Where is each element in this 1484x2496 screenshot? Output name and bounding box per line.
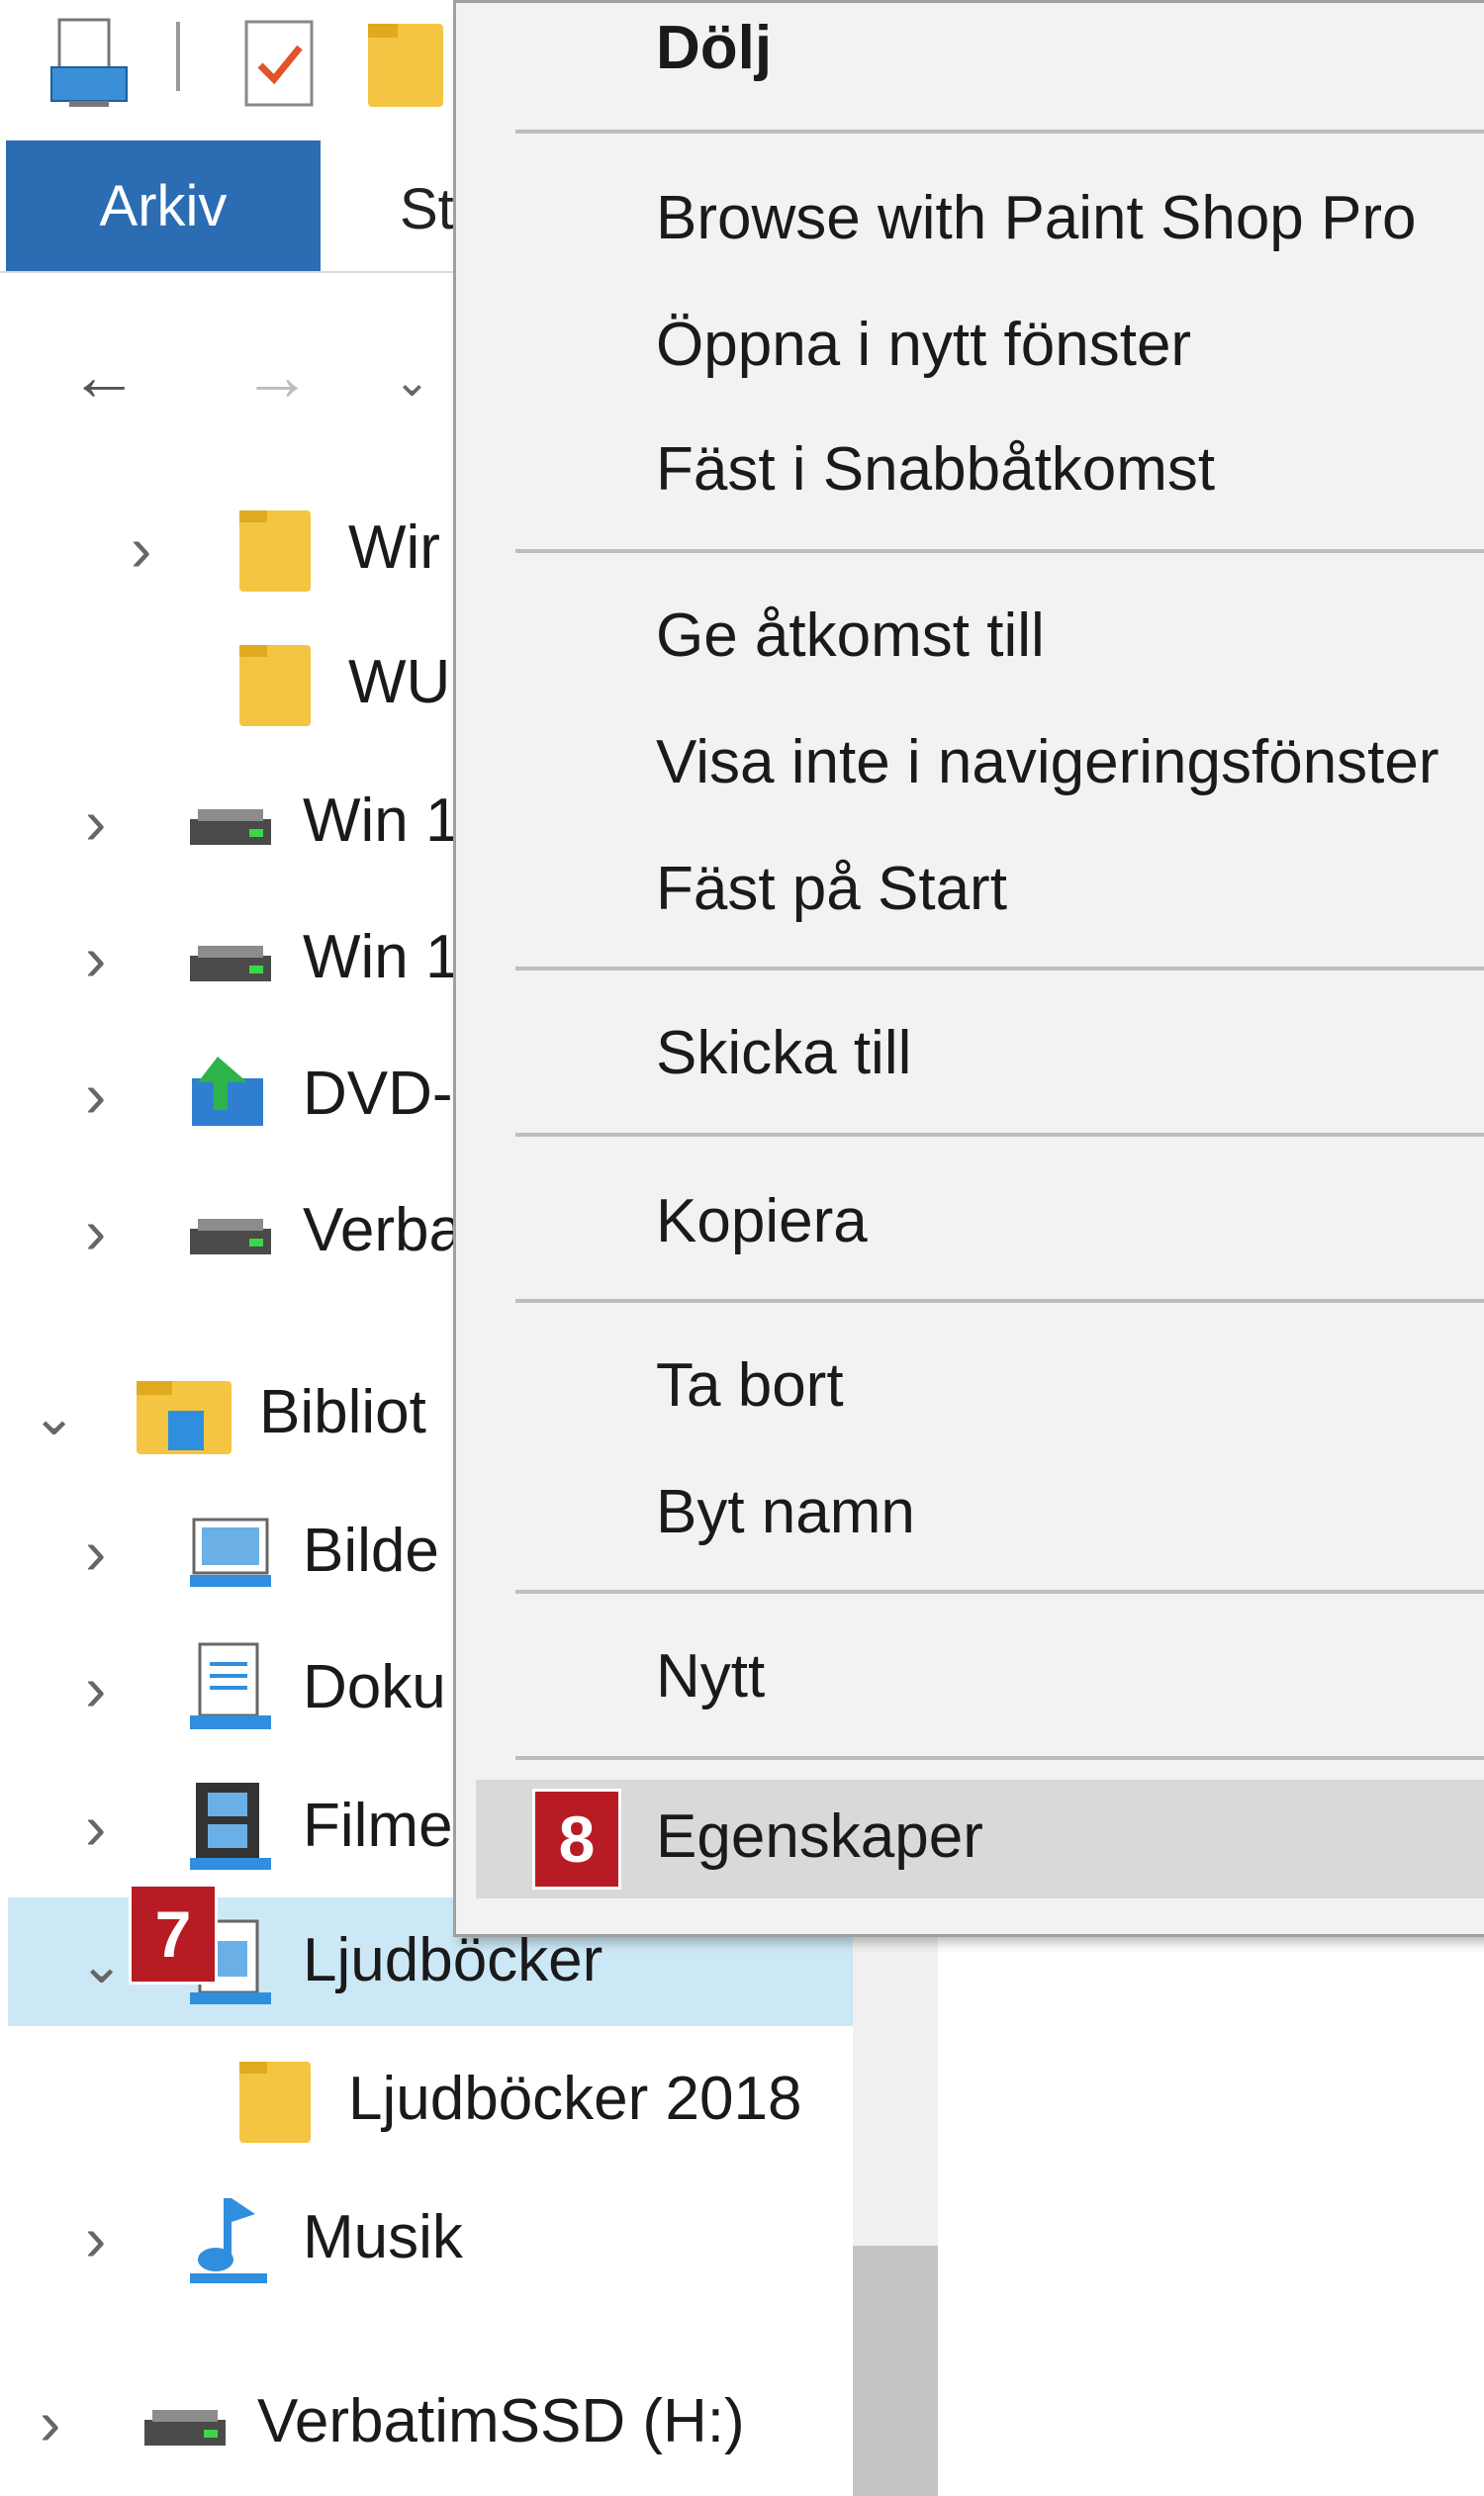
tree-item-label: VerbatimSSD (H:) (257, 2387, 745, 2455)
menu-separator (515, 967, 1484, 971)
menu-item-hide-nav-pane[interactable]: Visa inte i navigeringsfönster (456, 705, 1484, 824)
expand-chevron-icon[interactable]: › (85, 1652, 106, 1725)
dvd-drive-icon (188, 1053, 267, 1137)
folder-icon (237, 2058, 313, 2152)
menu-item-browse-paint-shop-pro[interactable]: Browse with Paint Shop Pro (456, 161, 1484, 280)
tree-item-label: Ljudböcker 2018 (348, 2065, 802, 2133)
libraries-icon (135, 1371, 233, 1463)
menu-item-delete[interactable]: Ta bort (456, 1329, 1484, 1447)
navigation-pane-scrollbar[interactable] (853, 1929, 938, 2496)
pictures-library-icon (188, 1516, 273, 1596)
menu-item-send-to[interactable]: Skicka till (456, 996, 1484, 1115)
expand-chevron-icon[interactable]: › (85, 786, 106, 859)
drive-icon (142, 2406, 228, 2454)
menu-item-dolj[interactable]: Dölj (456, 3, 1484, 122)
drive-icon (188, 1215, 273, 1263)
expand-chevron-icon[interactable]: › (85, 2202, 106, 2275)
menu-item-label: Visa inte i navigeringsfönster (656, 728, 1439, 796)
expand-chevron-icon[interactable]: › (85, 1791, 106, 1864)
tree-item-label: Verba (303, 1196, 464, 1264)
menu-item-rename[interactable]: Byt namn (456, 1455, 1484, 1574)
menu-item-label: Skicka till (656, 1019, 912, 1087)
tree-item-label: DVD- (303, 1060, 453, 1128)
menu-item-label: Egenskaper (656, 1803, 983, 1871)
menu-item-label: Kopiera (656, 1187, 868, 1255)
menu-separator (515, 1756, 1484, 1760)
callout-step-7: 7 (129, 1884, 218, 1985)
menu-item-copy[interactable]: Kopiera (456, 1164, 1484, 1283)
menu-separator (515, 130, 1484, 134)
scrollbar-thumb[interactable] (853, 2246, 938, 2496)
menu-item-label: Fäst på Start (656, 855, 1007, 923)
tree-item[interactable]: › Musik (0, 2174, 851, 2303)
menu-item-give-access[interactable]: Ge åtkomst till (456, 579, 1484, 697)
menu-separator (515, 549, 1484, 553)
videos-library-icon (188, 1781, 273, 1877)
tree-item-label: Win 1 (303, 786, 460, 855)
menu-separator (515, 1590, 1484, 1594)
tree-item-label: Win 1 (303, 923, 460, 991)
menu-item-label: Öppna i nytt fönster (656, 311, 1192, 379)
collapse-chevron-icon[interactable]: ⌄ (79, 1933, 124, 1995)
menu-item-label: Ge åtkomst till (656, 601, 1045, 670)
expand-chevron-icon[interactable]: › (85, 1195, 106, 1268)
tree-item-label: Bibliot (259, 1378, 426, 1446)
documents-library-icon (188, 1642, 273, 1738)
drive-icon (188, 942, 273, 990)
drive-icon (188, 805, 273, 854)
menu-item-label: Browse with Paint Shop Pro (656, 184, 1417, 252)
folder-icon (237, 641, 313, 735)
tree-item-label: Bilde (303, 1517, 439, 1585)
folder-icon (237, 507, 313, 601)
expand-chevron-icon[interactable]: › (85, 1059, 106, 1132)
tree-item-label: Filme (303, 1792, 453, 1860)
collapse-chevron-icon[interactable]: ⌄ (32, 1385, 76, 1447)
menu-separator (515, 1133, 1484, 1137)
expand-chevron-icon[interactable]: › (131, 512, 151, 586)
menu-item-properties[interactable]: Egenskaper (476, 1780, 1484, 1898)
tree-item-label: Musik (303, 2203, 463, 2271)
menu-separator (515, 1299, 1484, 1303)
menu-item-new[interactable]: Nytt (456, 1619, 1484, 1738)
expand-chevron-icon[interactable]: › (85, 1516, 106, 1589)
expand-chevron-icon[interactable]: › (40, 2386, 60, 2459)
tree-item[interactable]: Ljudböcker 2018 (0, 2036, 851, 2165)
menu-item-label: Dölj (656, 14, 773, 82)
menu-item-pin-start[interactable]: Fäst på Start (456, 832, 1484, 951)
tree-item-label: WU (348, 648, 451, 716)
menu-item-pin-quick-access[interactable]: Fäst i Snabbåtkomst (456, 413, 1484, 531)
tree-item-label: Doku (303, 1653, 446, 1721)
context-menu: Dölj Browse with Paint Shop Pro Öppna i … (453, 0, 1484, 1937)
menu-item-label: Byt namn (656, 1478, 915, 1546)
menu-item-label: Ta bort (656, 1351, 844, 1420)
expand-chevron-icon[interactable]: › (85, 922, 106, 995)
callout-step-8: 8 (532, 1789, 621, 1890)
music-library-icon (184, 2192, 273, 2292)
menu-item-open-new-window[interactable]: Öppna i nytt fönster (456, 288, 1484, 407)
menu-item-label: Nytt (656, 1642, 766, 1710)
tree-item[interactable]: › VerbatimSSD (H:) (0, 2358, 851, 2487)
menu-item-label: Fäst i Snabbåtkomst (656, 435, 1216, 504)
tree-item-label: Wir (348, 513, 440, 582)
